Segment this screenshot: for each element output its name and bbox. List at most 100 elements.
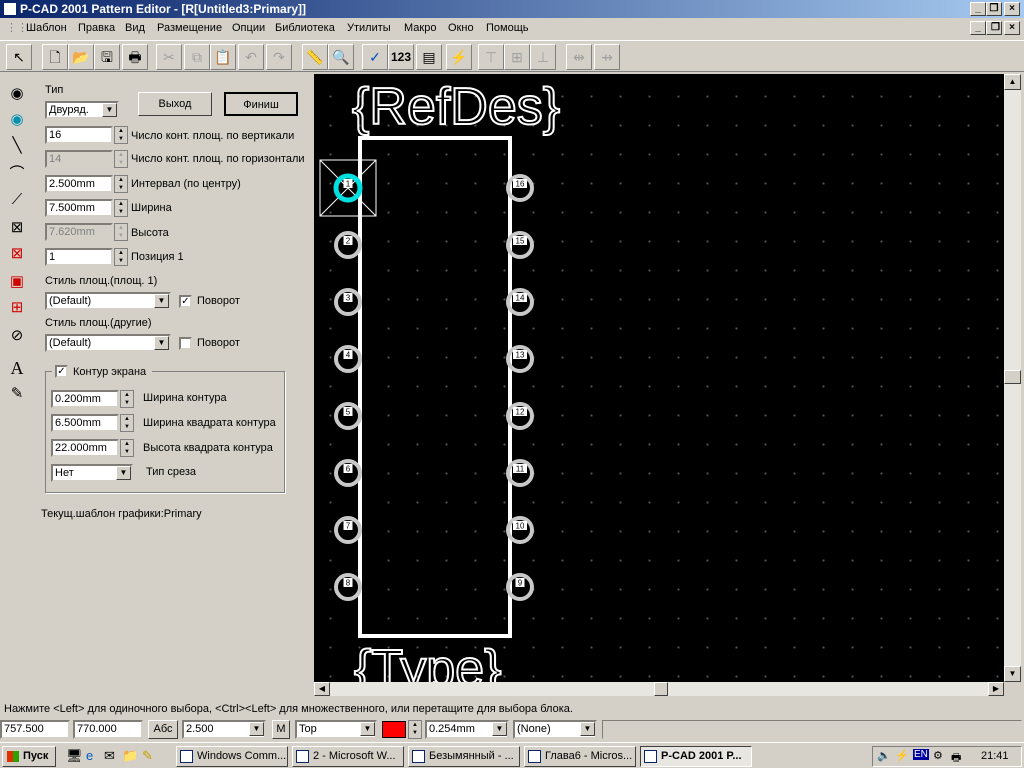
language-indicator[interactable]: EN [913,749,929,760]
outlook-icon[interactable]: ✉ [104,748,115,764]
distribute-icon[interactable]: ⇹ [566,44,592,70]
menu-options[interactable]: Опции [228,18,269,38]
menu-window[interactable]: Окно [444,18,478,38]
zoom-icon[interactable]: 🔍 [328,44,354,70]
pin1-position-input[interactable]: 1 [45,248,113,266]
via-tool-icon[interactable]: ◉ [2,108,32,132]
save-icon[interactable]: 🖫 [94,44,120,70]
pin1-position-spinner[interactable]: ▲ ▼ [114,248,128,266]
layer-color-swatch[interactable] [382,721,406,738]
menu-utils[interactable]: Утилиты [343,18,395,38]
pads-horizontal-input[interactable]: 14 [45,150,113,168]
menu-help[interactable]: Помощь [482,18,533,38]
pitch-input[interactable]: 2.500mm [45,175,113,193]
component-tool-icon[interactable]: ▣ [2,270,32,294]
task-pcad[interactable]: P-CAD 2001 P... [640,746,752,767]
grid-select[interactable]: 2.500 ▼ [182,720,266,739]
open-folder-icon[interactable]: 📂 [68,44,94,70]
scroll-right-icon[interactable]: ▶ [988,682,1004,696]
exit-button[interactable]: Выход [138,92,212,116]
task-microsoft-word-glava6[interactable]: Глава6 - Micros... [524,746,636,767]
width-input[interactable]: 7.500mm [45,199,113,217]
outline-sq-height-spinner[interactable]: ▲ ▼ [120,439,134,457]
new-file-icon[interactable]: 🗋 [42,44,68,70]
rotate1-checkbox[interactable]: ✓ [179,295,192,308]
copy-icon[interactable]: ⧉ [184,44,210,70]
vertical-scrollbar[interactable]: ▲ ▼ [1004,74,1021,682]
line-tool-icon[interactable]: ╲ [2,134,32,158]
menu-place[interactable]: Размещение [153,18,226,38]
select-tool-icon[interactable]: ↖ [6,44,32,70]
printer-tray-icon[interactable]: 🖶 [951,749,961,768]
doc-restore-button[interactable]: ❐ [986,21,1002,35]
menu-macro[interactable]: Макро [400,18,440,38]
undo-icon[interactable]: ↶ [238,44,264,70]
start-button[interactable]: Пуск [2,746,56,767]
outline-sq-width-spinner[interactable]: ▲ ▼ [120,414,134,432]
pad-style-other-select[interactable]: (Default) ▼ [45,334,171,352]
type-select[interactable]: Двуряд. ▼ [45,101,119,119]
pads-vertical-input[interactable]: 16 [45,126,113,144]
show-desktop-icon[interactable]: 🖥 [66,748,83,764]
align-bottom-icon[interactable]: ⊥ [530,44,556,70]
y-coordinate-field[interactable]: 770.000 [73,720,143,739]
vertical-scroll-thumb[interactable] [1004,370,1021,384]
outline-sq-width-input[interactable]: 6.500mm [51,414,119,432]
network-icon[interactable]: ⚙ [933,749,943,762]
renumber-button[interactable]: 123 [388,44,414,70]
internet-explorer-icon[interactable]: e [86,748,93,763]
maximize-button[interactable]: ❐ [986,2,1002,16]
grid-tool-icon[interactable]: ⊞ [2,296,32,320]
pads-vertical-spinner[interactable]: ▲ ▼ [114,126,128,144]
doc-minimize-button[interactable]: _ [970,21,986,35]
outline-width-input[interactable]: 0.200mm [51,390,119,408]
pattern-wizard-icon[interactable]: ▤ [416,44,442,70]
distribute2-icon[interactable]: ⇸ [594,44,620,70]
finish-button[interactable]: Финиш [224,92,298,116]
print-icon[interactable]: 🖶 [122,44,148,70]
pad-style1-select[interactable]: (Default) ▼ [45,292,171,310]
attribute-tool-icon[interactable]: ✎ [2,382,32,406]
menu-library[interactable]: Библиотека [271,18,339,38]
pitch-spinner[interactable]: ▲ ▼ [114,175,128,193]
close-button[interactable]: × [1004,2,1020,16]
scroll-down-icon[interactable]: ▼ [1004,666,1021,682]
drc-check-icon[interactable]: ✓ [362,44,388,70]
outline-checkbox[interactable]: ✓ [55,365,68,378]
paste-icon[interactable]: 📋 [210,44,236,70]
menu-pattern[interactable]: Шаблон [22,18,71,38]
task-paint[interactable]: Безымянный - ... [408,746,520,767]
task-microsoft-word-2[interactable]: 2 - Microsoft W... [292,746,404,767]
scroll-left-icon[interactable]: ◀ [314,682,330,696]
task-windows-commander[interactable]: Windows Comm... [176,746,288,767]
menu-view[interactable]: Вид [121,18,149,38]
text-tool-icon[interactable]: A [2,356,32,380]
rotate2-checkbox[interactable] [179,337,192,350]
doc-close-button[interactable]: × [1004,21,1020,35]
align-top-icon[interactable]: ⊤ [478,44,504,70]
lightning-tray-icon[interactable]: ⚡ [895,749,909,762]
arc-tool-icon[interactable]: ⌒ [2,162,32,186]
horizontal-scrollbar[interactable]: ◀ ▶ [314,682,1004,696]
x-coordinate-field[interactable]: 757.500 [0,720,70,739]
quicklaunch-icon[interactable]: ✎ [142,748,153,764]
polygon-tool-icon[interactable]: ⟋ [2,188,32,212]
absolute-button[interactable]: Абс [148,720,178,739]
menu-edit[interactable]: Правка [74,18,119,38]
volume-icon[interactable]: 🔈 [877,749,891,762]
height-input[interactable]: 7.620mm [45,223,113,241]
cutout-tool-icon[interactable]: ⊠ [2,216,32,240]
height-spinner[interactable]: ▲ ▼ [114,223,128,241]
folder-icon[interactable]: 📁 [122,748,138,764]
measure-icon[interactable]: 📏 [302,44,328,70]
lightning-icon[interactable]: ⚡ [446,44,472,70]
layer-select[interactable]: Top ▼ [295,720,377,739]
metric-button[interactable]: M [272,720,290,739]
line-width-select[interactable]: 0.254mm ▼ [425,720,509,739]
pad-tool-icon[interactable]: ◉ [2,82,32,106]
cut-icon[interactable]: ✂ [156,44,182,70]
prohibit-tool-icon[interactable]: ⊘ [2,324,32,348]
width-spinner[interactable]: ▲ ▼ [114,199,128,217]
net-select[interactable]: (None) ▼ [513,720,597,739]
redo-icon[interactable]: ↷ [266,44,292,70]
